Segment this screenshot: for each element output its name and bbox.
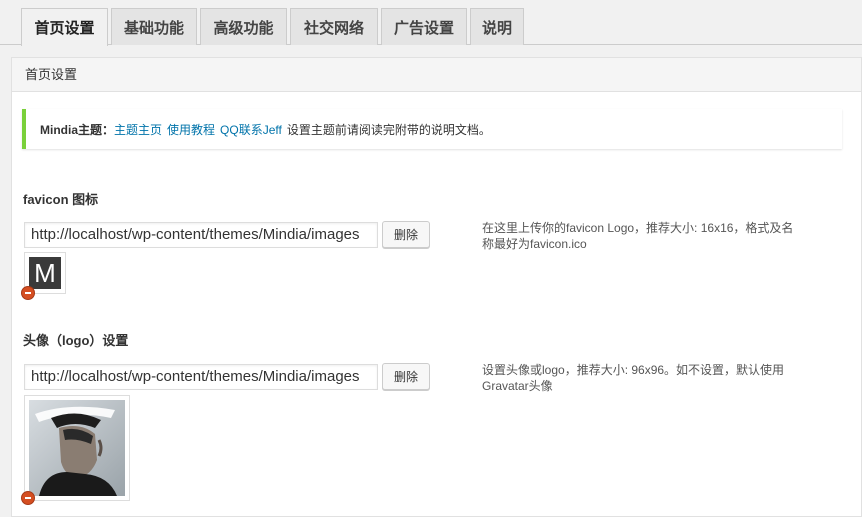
- favicon-url-input[interactable]: http://localhost/wp-content/themes/Mindi…: [24, 222, 378, 248]
- theme-home-link[interactable]: 主题主页: [114, 121, 162, 138]
- tab-home-settings[interactable]: 首页设置: [21, 8, 108, 46]
- tab-ad-settings[interactable]: 广告设置: [381, 8, 467, 45]
- tab-basic-features[interactable]: 基础功能: [111, 8, 197, 45]
- tab-social-network[interactable]: 社交网络: [290, 8, 378, 45]
- notice-text: 设置主题前请阅读完附带的说明文档。: [286, 122, 491, 137]
- favicon-description: 在这里上传你的favicon Logo，推荐大小: 16x16，格式及名称最好为…: [482, 221, 794, 251]
- favicon-label: favicon 图标: [23, 192, 99, 207]
- tab-advanced-features[interactable]: 高级功能: [200, 8, 287, 45]
- logo-label: 头像（logo）设置: [23, 333, 129, 348]
- logo-remove-icon[interactable]: [21, 491, 35, 505]
- favicon-remove-icon[interactable]: [21, 286, 35, 300]
- favicon-delete-button[interactable]: 删除: [382, 221, 430, 248]
- tutorial-link[interactable]: 使用教程: [167, 121, 215, 138]
- notice-prefix: Mindia主题：: [40, 122, 114, 137]
- settings-panel: 首页设置 Mindia主题： 主题主页 使用教程 QQ联系Jeff 设置主题前请…: [11, 57, 862, 517]
- favicon-image: M: [29, 257, 61, 289]
- theme-notice: Mindia主题： 主题主页 使用教程 QQ联系Jeff 设置主题前请阅读完附带…: [22, 109, 842, 149]
- logo-preview: [24, 395, 130, 501]
- panel-title: 首页设置: [12, 58, 861, 92]
- avatar-photo: [29, 400, 125, 496]
- logo-description: 设置头像或logo，推荐大小: 96x96。如不设置，默认使用Gravatar头…: [482, 363, 785, 393]
- settings-tabs: 首页设置 基础功能 高级功能 社交网络 广告设置 说明: [0, 0, 862, 46]
- tab-instructions[interactable]: 说明: [470, 8, 524, 45]
- qq-contact-link[interactable]: QQ联系Jeff: [220, 121, 282, 138]
- logo-delete-button[interactable]: 删除: [382, 363, 430, 390]
- logo-url-input[interactable]: http://localhost/wp-content/themes/Mindi…: [24, 364, 378, 390]
